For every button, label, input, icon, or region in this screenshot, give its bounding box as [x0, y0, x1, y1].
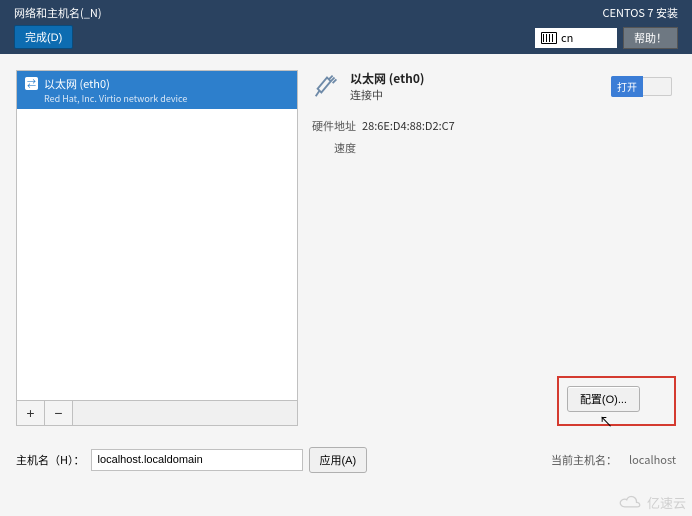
- interface-detail-panel: 以太网 (eth0) 连接中 打开 硬件地址 28:6E:D4:88:D2:C7…: [312, 70, 676, 426]
- installer-title: CENTOS 7 安装: [535, 5, 678, 21]
- apply-hostname-button[interactable]: 应用(A): [309, 447, 368, 473]
- hw-address-value: 28:6E:D4:88:D2:C7: [362, 118, 676, 134]
- speed-label: 速度: [312, 140, 362, 156]
- watermark-text: 亿速云: [647, 493, 686, 512]
- header-left: 网络和主机名(_N) 完成(D): [14, 0, 102, 49]
- done-button[interactable]: 完成(D): [14, 25, 73, 49]
- cursor-icon: ↖: [599, 412, 613, 432]
- hostname-input[interactable]: [91, 449, 303, 471]
- network-plug-icon: [312, 70, 342, 104]
- interface-description: Red Hat, Inc. Virtio network device: [44, 92, 187, 105]
- keyboard-icon: [541, 32, 557, 44]
- remove-interface-button[interactable]: −: [45, 401, 73, 425]
- speed-value: [362, 140, 676, 156]
- keyboard-layout-selector[interactable]: cn: [535, 28, 617, 48]
- connection-details: 硬件地址 28:6E:D4:88:D2:C7 速度: [312, 118, 676, 156]
- help-button[interactable]: 帮助！: [623, 27, 678, 49]
- hw-address-label: 硬件地址: [312, 118, 362, 134]
- header: 网络和主机名(_N) 完成(D) CENTOS 7 安装 cn 帮助！: [0, 0, 692, 54]
- toggle-on-label: 打开: [611, 76, 643, 97]
- spacer: [73, 401, 297, 425]
- interface-list-toolbar: + −: [16, 401, 298, 426]
- language-code: cn: [561, 30, 573, 46]
- connection-title: 以太网 (eth0): [350, 70, 424, 87]
- watermark: 亿速云: [617, 493, 686, 512]
- network-interface-panel: ⇄ 以太网 (eth0) Red Hat, Inc. Virtio networ…: [16, 70, 298, 426]
- header-right: CENTOS 7 安装 cn 帮助！: [535, 0, 678, 49]
- current-hostname-label: 当前主机名：: [551, 452, 617, 468]
- interface-list[interactable]: ⇄ 以太网 (eth0) Red Hat, Inc. Virtio networ…: [16, 70, 298, 401]
- hostname-label: 主机名（H）：: [16, 452, 85, 468]
- configure-button[interactable]: 配置(O)...: [567, 386, 640, 412]
- connection-status: 连接中: [350, 87, 424, 103]
- interface-list-item[interactable]: ⇄ 以太网 (eth0) Red Hat, Inc. Virtio networ…: [17, 71, 297, 109]
- ethernet-icon: ⇄: [25, 77, 38, 90]
- connection-toggle[interactable]: 打开: [611, 76, 672, 97]
- add-interface-button[interactable]: +: [17, 401, 45, 425]
- page-title: 网络和主机名(_N): [14, 5, 102, 21]
- configure-highlight: 配置(O)... ↖: [557, 376, 676, 426]
- current-hostname-value: localhost: [629, 452, 676, 468]
- hostname-footer: 主机名（H）： 应用(A) 当前主机名： localhost: [0, 442, 692, 478]
- interface-name: 以太网 (eth0): [44, 76, 187, 92]
- toggle-track: [643, 77, 672, 96]
- content-area: ⇄ 以太网 (eth0) Red Hat, Inc. Virtio networ…: [0, 54, 692, 442]
